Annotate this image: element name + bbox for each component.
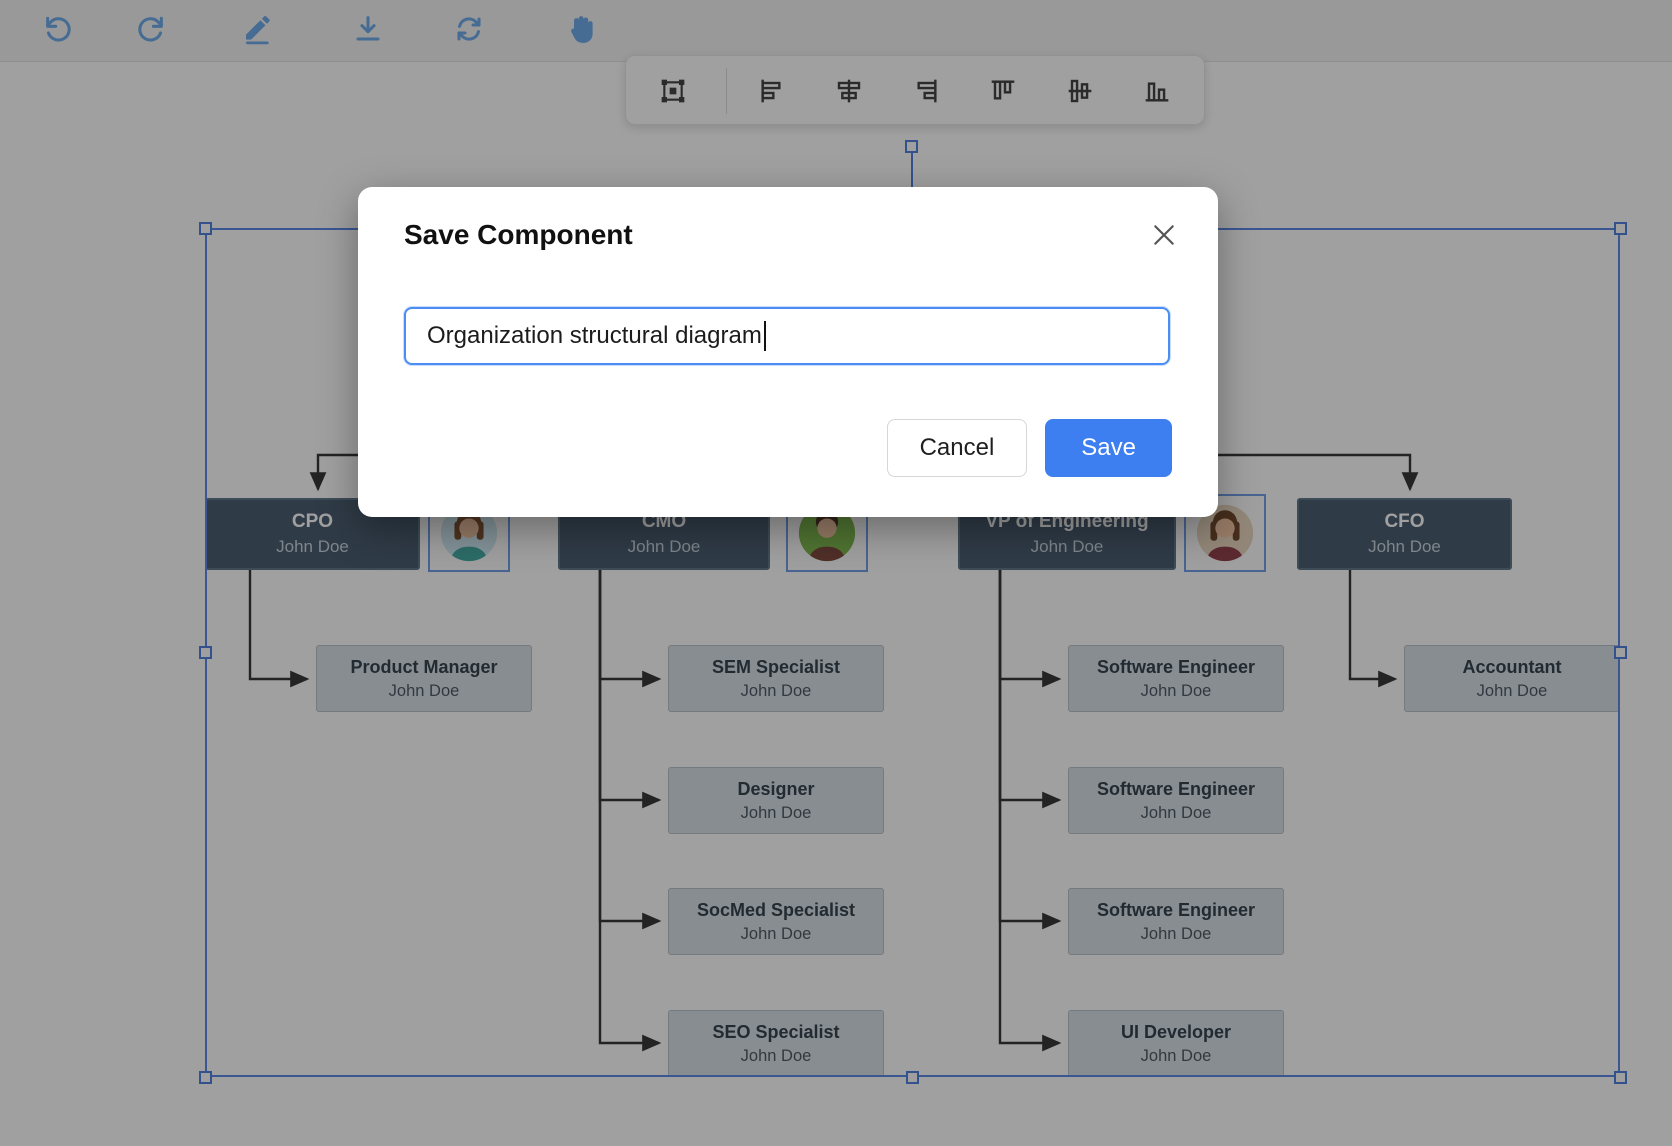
- close-button[interactable]: [1144, 215, 1184, 255]
- dialog-actions: Cancel Save: [887, 419, 1172, 477]
- save-component-dialog: Save Component Organization structural d…: [358, 187, 1218, 517]
- cancel-button[interactable]: Cancel: [887, 419, 1028, 477]
- modal-backdrop[interactable]: [0, 0, 1672, 1146]
- text-caret: [764, 321, 766, 351]
- close-icon: [1151, 222, 1177, 248]
- component-name-input[interactable]: Organization structural diagram: [404, 307, 1170, 365]
- save-button[interactable]: Save: [1045, 419, 1172, 477]
- diagram-editor-window: CPO John Doe CMO John Doe: [0, 0, 1672, 1146]
- dialog-title: Save Component: [404, 219, 633, 251]
- component-name-value: Organization structural diagram: [427, 322, 762, 350]
